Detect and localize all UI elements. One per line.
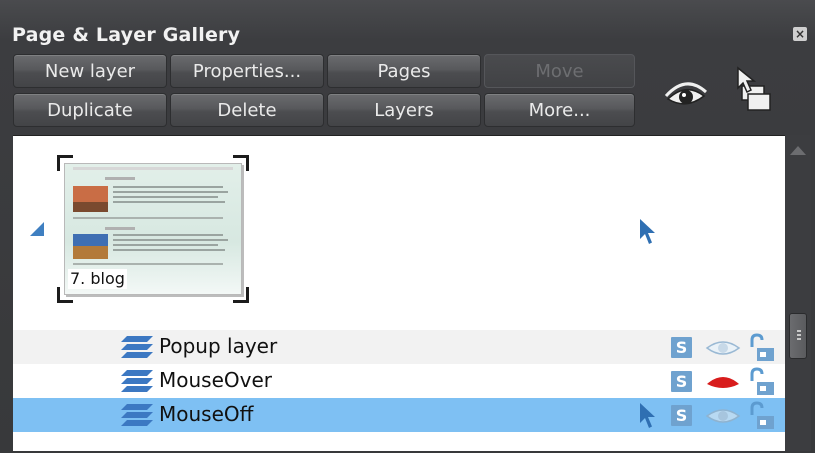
visibility-eye-icon[interactable] — [705, 338, 741, 358]
pointer-icon[interactable] — [638, 217, 658, 247]
layer-row-mouseover[interactable]: MouseOver S — [13, 364, 785, 398]
layer-name: Popup layer — [159, 334, 278, 358]
new-layer-button[interactable]: New layer — [13, 54, 167, 88]
more-button[interactable]: More... — [484, 93, 635, 127]
solid-layer-icon[interactable]: S — [671, 337, 692, 358]
multi-layer-select-icon[interactable] — [728, 66, 772, 114]
grip-line — [797, 334, 801, 336]
page-thumbnail[interactable]: 7. blog — [57, 155, 249, 303]
expand-triangle-icon[interactable] — [30, 222, 44, 236]
vertical-scrollbar[interactable] — [785, 135, 811, 451]
layer-stack-icon — [121, 370, 153, 392]
layer-stack-icon — [121, 404, 153, 426]
unlock-icon[interactable] — [747, 333, 775, 363]
grip-line — [797, 338, 801, 340]
show-all-layers-eye-icon[interactable] — [662, 72, 710, 112]
pages-button[interactable]: Pages — [327, 54, 481, 88]
close-icon[interactable]: × — [793, 27, 807, 41]
hidden-eye-icon[interactable] — [705, 372, 741, 392]
page-layer-gallery-panel: Page & Layer Gallery × New layer Propert… — [0, 0, 815, 453]
layer-stack-icon — [121, 336, 153, 358]
scrollbar-thumb[interactable] — [789, 313, 807, 359]
scroll-up-arrow-icon[interactable] — [790, 146, 806, 155]
page-label: 7. blog — [68, 269, 127, 289]
duplicate-button[interactable]: Duplicate — [13, 93, 167, 127]
active-layer-pointer-icon — [640, 403, 655, 428]
properties-button[interactable]: Properties... — [170, 54, 324, 88]
layer-row-mouseoff[interactable]: MouseOff S — [13, 398, 785, 432]
solid-layer-icon[interactable]: S — [671, 405, 692, 426]
move-button[interactable]: Move — [484, 54, 635, 88]
layer-name: MouseOver — [159, 368, 272, 392]
layers-button[interactable]: Layers — [327, 93, 481, 127]
unlock-icon[interactable] — [747, 401, 775, 431]
layer-name: MouseOff — [159, 402, 254, 426]
panel-title: Page & Layer Gallery — [12, 24, 241, 46]
visibility-eye-icon[interactable] — [705, 406, 741, 426]
solid-layer-icon[interactable]: S — [671, 371, 692, 392]
delete-button[interactable]: Delete — [170, 93, 324, 127]
layer-row-popup-layer[interactable]: Popup layer S — [13, 330, 785, 364]
grip-line — [797, 330, 801, 332]
unlock-icon[interactable] — [747, 367, 775, 397]
